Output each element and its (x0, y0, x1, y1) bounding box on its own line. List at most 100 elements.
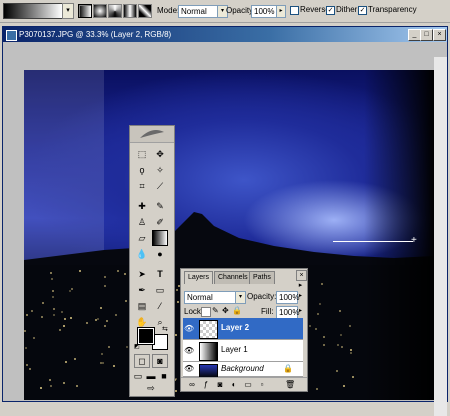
mode-select-value: Normal (181, 7, 207, 16)
opacity-slider-arrow-icon[interactable]: ▸ (276, 5, 286, 18)
transparency-label: Transparency (368, 5, 417, 14)
blend-mode-select[interactable]: Normal ▾ (184, 291, 246, 304)
notes-tool-icon[interactable]: ▤ (134, 298, 150, 314)
healing-brush-tool-icon[interactable]: ✚ (134, 198, 150, 214)
linear-gradient-icon[interactable] (78, 4, 92, 18)
opacity-slider-arrow-icon[interactable]: ▸ (297, 291, 304, 302)
fill-slider-arrow-icon[interactable]: ▸ (297, 306, 304, 317)
maximize-button[interactable]: □ (420, 29, 433, 41)
eye-icon[interactable]: 👁 (184, 324, 194, 333)
lock-all-icon[interactable]: 🔒 (232, 306, 242, 316)
lock-transparent-icon[interactable] (201, 307, 211, 317)
slice-tool-icon[interactable]: ⟋ (152, 178, 168, 194)
background-color-swatch[interactable] (152, 334, 168, 350)
eye-icon[interactable]: 👁 (184, 364, 194, 373)
eyedropper-tool-icon[interactable]: ⁄ (152, 298, 168, 314)
tab-paths[interactable]: Paths (249, 271, 275, 284)
city-light (349, 325, 351, 327)
lasso-tool-icon[interactable]: ϙ (134, 162, 150, 178)
city-light (113, 365, 115, 367)
screen-mode-standard-icon[interactable]: ▭ (132, 370, 144, 382)
city-light (175, 378, 177, 380)
city-light (71, 288, 73, 290)
reflected-gradient-icon[interactable] (123, 4, 137, 18)
radial-gradient-icon[interactable] (93, 4, 107, 18)
opacity-input[interactable]: 100% (251, 5, 279, 18)
layer-row-background[interactable]: 👁 Background 🔒 (183, 362, 303, 378)
city-light (50, 385, 52, 387)
default-colors-icon[interactable]: ◩ (134, 344, 140, 350)
swap-colors-icon[interactable]: ⇆ (162, 326, 170, 334)
city-light (323, 344, 325, 346)
toolbox-header[interactable] (130, 126, 174, 143)
history-brush-tool-icon[interactable]: ✐ (152, 214, 168, 230)
palette-menu-icon[interactable]: ▸ (296, 281, 305, 290)
diamond-gradient-icon[interactable] (138, 4, 152, 18)
city-light (115, 314, 117, 316)
city-light (117, 270, 119, 272)
city-light (336, 370, 338, 372)
brush-tool-icon[interactable]: ✎ (152, 198, 168, 214)
delete-layer-icon[interactable]: 🗑 (285, 380, 295, 390)
city-light (76, 385, 78, 387)
vertical-scrollbar[interactable] (434, 57, 447, 416)
gradient-preview-swatch[interactable] (3, 3, 63, 19)
transparency-checkbox[interactable]: ✓ (358, 6, 367, 15)
city-light (337, 344, 339, 346)
link-layers-icon[interactable]: ∞ (187, 380, 197, 390)
layer-name: Background (221, 364, 264, 373)
eye-icon[interactable]: 👁 (184, 346, 194, 355)
jump-to-imageready-icon[interactable]: ⇨ (142, 382, 160, 394)
angle-gradient-icon[interactable] (108, 4, 122, 18)
reverse-checkbox[interactable] (290, 6, 299, 15)
city-light (125, 300, 127, 302)
marquee-tool-icon[interactable]: ⬚ (134, 146, 150, 162)
quick-mask-icon[interactable]: ◙ (152, 354, 168, 368)
eraser-tool-icon[interactable]: ▱ (134, 230, 150, 246)
path-selection-tool-icon[interactable]: ➤ (134, 266, 150, 282)
city-light (33, 337, 35, 339)
dodge-tool-icon[interactable]: ● (152, 246, 168, 262)
shape-tool-icon[interactable]: ▭ (152, 282, 168, 298)
screen-mode-full-menu-icon[interactable]: ▬ (145, 370, 157, 382)
city-light (175, 334, 177, 336)
new-fill-layer-icon[interactable]: ◐ (229, 380, 239, 390)
crop-tool-icon[interactable]: ⌗ (134, 178, 150, 194)
layer-style-icon[interactable]: ƒ (201, 380, 211, 390)
gradient-tool-icon[interactable] (152, 230, 168, 246)
lock-image-icon[interactable]: ✎ (212, 306, 219, 316)
clone-stamp-tool-icon[interactable]: ♙ (134, 214, 150, 230)
layer-row-layer-1[interactable]: 👁 Layer 1 (183, 340, 303, 362)
city-light (340, 334, 342, 336)
city-light (350, 349, 352, 351)
document-title-bar[interactable]: P3070137.JPG @ 33.3% (Layer 2, RGB/8) _ … (3, 27, 447, 42)
layer-opacity-input[interactable]: 100% (276, 291, 299, 304)
layer-mask-icon[interactable]: ◙ (215, 380, 225, 390)
city-light (176, 289, 178, 291)
city-light (86, 322, 88, 324)
city-light (339, 310, 341, 312)
tab-channels[interactable]: Channels (214, 271, 252, 284)
type-tool-icon[interactable]: T (152, 266, 168, 282)
magic-wand-tool-icon[interactable]: ✧ (152, 162, 168, 178)
standard-mode-icon[interactable]: ◻ (134, 354, 150, 368)
city-light (42, 302, 44, 304)
palette-close-button[interactable]: × (296, 270, 307, 281)
city-light (343, 385, 345, 387)
foreground-color-swatch[interactable] (137, 327, 155, 345)
new-group-icon[interactable]: ▭ (243, 380, 253, 390)
city-light (104, 276, 106, 278)
lock-position-icon[interactable]: ✥ (222, 306, 229, 316)
pen-tool-icon[interactable]: ✒ (134, 282, 150, 298)
city-light (52, 296, 54, 298)
new-layer-icon[interactable]: ▫ (257, 380, 267, 390)
tab-layers[interactable]: Layers (184, 271, 214, 284)
close-button[interactable]: × (433, 29, 446, 41)
blur-tool-icon[interactable]: 💧 (134, 246, 150, 262)
mode-select[interactable]: Normal ▾ (178, 5, 228, 18)
screen-mode-full-icon[interactable]: ■ (158, 370, 170, 382)
gradient-picker-arrow-icon[interactable]: ▾ (62, 3, 74, 19)
dither-checkbox[interactable]: ✓ (326, 6, 335, 15)
move-tool-icon[interactable]: ✥ (152, 146, 168, 162)
layer-row-layer-2[interactable]: 👁 Layer 2 (183, 318, 303, 340)
